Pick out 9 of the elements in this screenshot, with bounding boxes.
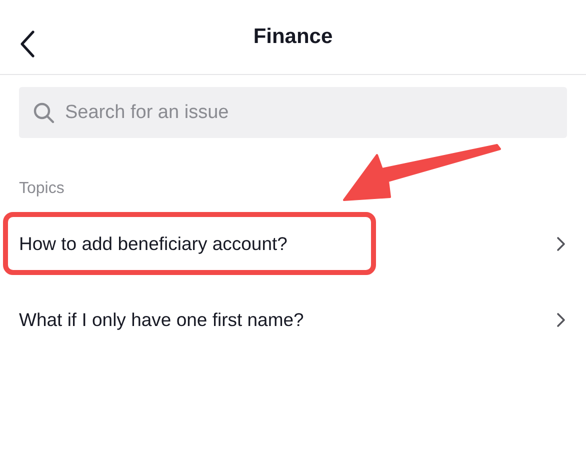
page-title: Finance	[253, 25, 333, 49]
topic-link[interactable]: What if I only have one first name?	[19, 309, 304, 331]
chevron-icon	[556, 236, 566, 252]
back-icon[interactable]	[20, 30, 36, 58]
section-heading: Topics	[19, 180, 64, 198]
chevron-icon	[556, 312, 566, 328]
topic-link[interactable]: How to add beneficiary account?	[19, 233, 288, 255]
search-icon	[33, 102, 55, 124]
search-field[interactable]: Search for an issue	[19, 87, 567, 138]
